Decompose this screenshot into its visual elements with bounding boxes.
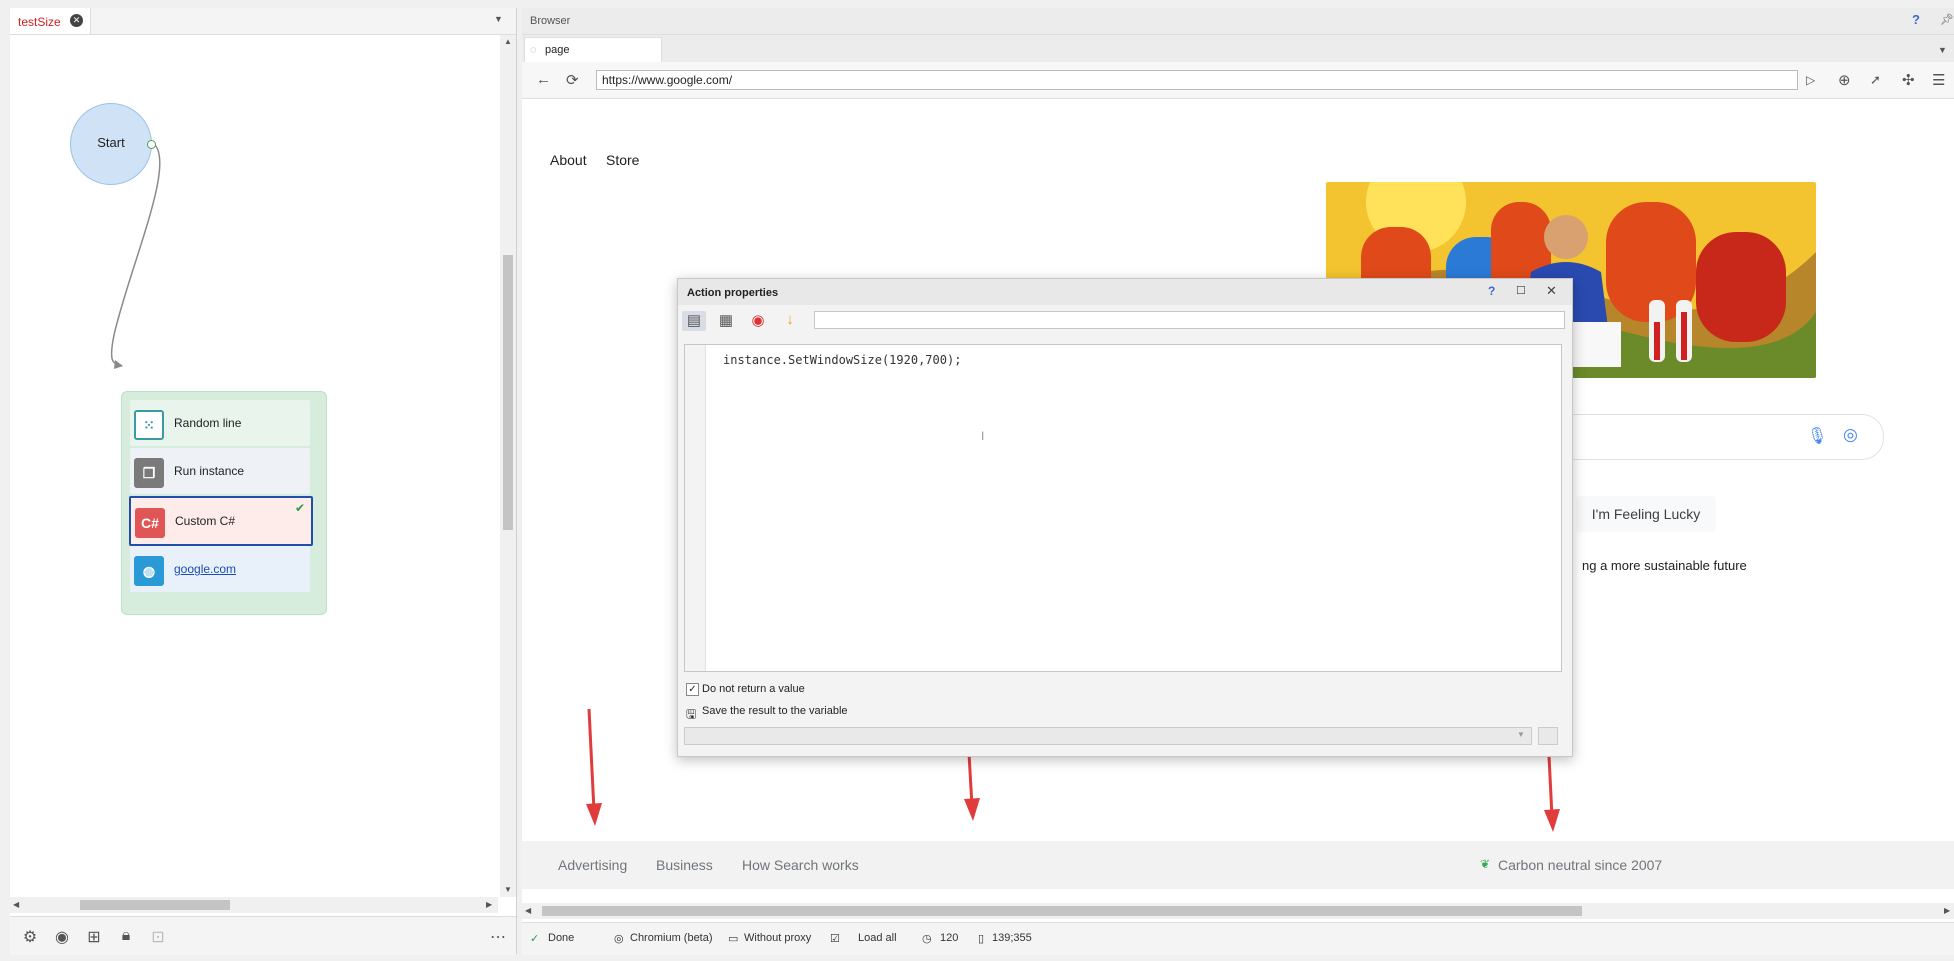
- clock-icon: ◷: [922, 933, 932, 945]
- puzzle-icon[interactable]: ✣: [1902, 71, 1915, 89]
- action-label: Run instance: [174, 464, 245, 478]
- cursor-icon[interactable]: ➚: [1870, 72, 1881, 88]
- start-node[interactable]: Start: [70, 103, 156, 185]
- tab-title: testSize: [18, 15, 61, 29]
- action-label: google.com: [174, 562, 237, 576]
- action-custom-csharp[interactable]: C# Custom C# ✔: [129, 496, 313, 546]
- chevron-down-icon[interactable]: ▼: [1938, 45, 1947, 55]
- code-template-icon[interactable]: ▤: [682, 311, 706, 331]
- scroll-left-icon[interactable]: ◀: [13, 900, 19, 909]
- chevron-down-icon[interactable]: ▼: [494, 14, 503, 24]
- load-check-icon: ☑: [830, 933, 840, 945]
- help-icon[interactable]: ?: [1912, 12, 1920, 27]
- dialog-search-input[interactable]: [814, 311, 1565, 329]
- code-line[interactable]: instance.SetWindowSize(1920,700);: [723, 353, 961, 367]
- pin-icon[interactable]: 📌︎: [1940, 13, 1954, 26]
- action-label: Random line: [174, 416, 242, 430]
- navigation-bar: ← ⟳ https://www.google.com/ ▷ ⊕ ➚ ✣ ☰: [522, 62, 1954, 99]
- save-variable-label: Save the result to the variable: [702, 705, 848, 717]
- more-icon[interactable]: ⋯: [488, 927, 508, 947]
- check-icon: ✔: [295, 501, 306, 515]
- browser-header: Browser ? 📌︎: [522, 8, 1954, 35]
- help-icon[interactable]: ?: [1488, 284, 1495, 298]
- chromium-icon: ◎: [614, 933, 624, 945]
- code-editor[interactable]: instance.SetWindowSize(1920,700); I: [684, 344, 1562, 672]
- coords-label: 139;355: [992, 932, 1032, 944]
- status-state: Done: [548, 932, 575, 944]
- code-edit-icon[interactable]: ▦: [714, 311, 738, 331]
- monitor-icon: ▭: [728, 933, 739, 945]
- horizontal-scrollbar[interactable]: ◀ ▶: [10, 897, 498, 913]
- dialog-titlebar[interactable]: Action properties ? ☐ ✕: [678, 279, 1572, 305]
- action-google-com[interactable]: ◍ google.com: [130, 546, 310, 592]
- scroll-down-icon[interactable]: ▼: [504, 885, 512, 894]
- action-group[interactable]: ⁙ Random line ❐ Run instance C# Custom C…: [121, 391, 327, 615]
- variable-button[interactable]: [1538, 727, 1558, 745]
- record-icon[interactable]: ◉: [746, 311, 770, 331]
- action-run-instance[interactable]: ❐ Run instance: [130, 448, 310, 494]
- start-label: Start: [97, 135, 125, 150]
- action-label: Custom C#: [175, 514, 236, 528]
- engine-label[interactable]: Chromium (beta): [630, 932, 713, 944]
- scroll-right-icon[interactable]: ▶: [1944, 906, 1950, 915]
- status-bar: ✓ Done ◎ Chromium (beta) ▭ Without proxy…: [522, 922, 1954, 955]
- proxy-label[interactable]: Without proxy: [744, 932, 811, 944]
- back-icon[interactable]: ←: [536, 71, 551, 88]
- variable-select[interactable]: ▼: [684, 727, 1532, 745]
- action-random-line[interactable]: ⁙ Random line: [130, 400, 310, 446]
- maximize-icon[interactable]: ☐: [1516, 284, 1526, 297]
- scrollbar-thumb[interactable]: [503, 255, 513, 530]
- browser-horizontal-scrollbar[interactable]: ◀ ▶: [522, 903, 1954, 919]
- dice-icon: ⁙: [134, 410, 164, 440]
- scrollbar-thumb[interactable]: [80, 900, 230, 910]
- add-frame-icon[interactable]: ⊡: [148, 927, 168, 947]
- add-circle-icon[interactable]: ⊕: [1838, 71, 1851, 89]
- dialog-toolbar: ▤ ▦ ◉ ↓: [678, 305, 1572, 335]
- globe-icon: ◍: [134, 556, 164, 586]
- chevron-down-icon: ▼: [1517, 730, 1525, 739]
- scroll-right-icon[interactable]: ▶: [486, 900, 492, 909]
- reload-icon[interactable]: ⟳: [566, 71, 579, 89]
- gear-icon[interactable]: ⚙: [20, 927, 40, 947]
- lock-icon[interactable]: 🔒︎: [116, 927, 136, 945]
- tab-page[interactable]: ◌ page: [524, 37, 662, 63]
- checkbox-label: Do not return a value: [702, 683, 805, 695]
- scroll-left-icon[interactable]: ◀: [525, 906, 531, 915]
- timeout-label[interactable]: 120: [940, 932, 958, 944]
- user-icon[interactable]: ◉: [52, 927, 72, 947]
- scroll-up-icon[interactable]: ▲: [504, 37, 512, 46]
- project-canvas[interactable]: Start ⁙ Random line ❐ Run instance C# Cu…: [10, 35, 498, 897]
- scrollbar-thumb[interactable]: [542, 906, 1582, 916]
- dialog-title: Action properties: [687, 287, 779, 299]
- csharp-icon: C#: [135, 508, 165, 538]
- instance-icon: ❐: [134, 458, 164, 488]
- close-icon[interactable]: ✕: [70, 14, 83, 27]
- tab-testsize[interactable]: testSize ✕: [10, 8, 91, 34]
- done-icon: ✓: [530, 933, 540, 945]
- menu-icon[interactable]: ☰: [1932, 71, 1945, 89]
- text-cursor-icon: I: [981, 429, 985, 443]
- project-toolbar: ⚙ ◉ ⊞ 🔒︎ ⊡ ⋯: [10, 916, 516, 955]
- grid-icon[interactable]: ⊞: [84, 927, 104, 947]
- vertical-scrollbar[interactable]: ▲ ▼: [500, 35, 516, 897]
- play-icon[interactable]: ▷: [1806, 73, 1815, 87]
- tab-label: page: [545, 44, 570, 56]
- project-panel: testSize ✕ ▼ Start ⁙ Random line ❐ Run i…: [10, 8, 517, 955]
- project-tabbar: testSize ✕ ▼: [10, 8, 516, 35]
- close-icon[interactable]: ✕: [1546, 283, 1557, 299]
- do-not-return-checkbox[interactable]: ✓: [686, 683, 699, 696]
- download-arrow-icon[interactable]: ↓: [778, 311, 802, 331]
- mouse-icon: ▯: [978, 933, 985, 945]
- url-input[interactable]: https://www.google.com/: [596, 70, 1798, 90]
- line-gutter: [685, 345, 706, 671]
- action-properties-dialog: Action properties ? ☐ ✕ ▤ ▦ ◉ ↓ instance…: [677, 278, 1573, 757]
- page-icon: ◌: [530, 44, 537, 56]
- load-label[interactable]: Load all: [858, 932, 897, 944]
- browser-title: Browser: [530, 15, 571, 27]
- output-port[interactable]: [147, 140, 156, 149]
- page-tabbar: ◌ page ▼: [522, 35, 1954, 63]
- save-icon[interactable]: 🖫︎: [686, 705, 696, 726]
